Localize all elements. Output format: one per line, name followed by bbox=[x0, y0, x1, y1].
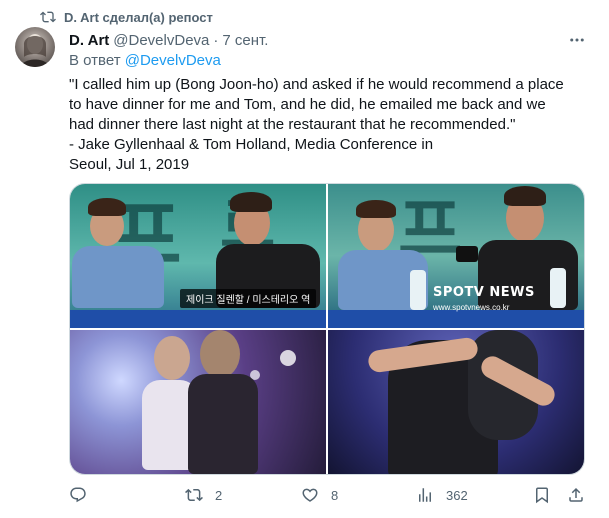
repost-count: 2 bbox=[215, 487, 223, 503]
person-hair bbox=[230, 192, 272, 212]
author-name[interactable]: D. Art bbox=[69, 32, 109, 49]
more-icon bbox=[570, 38, 584, 42]
separator: · bbox=[213, 31, 219, 49]
repost-label[interactable]: D. Art сделал(а) репост bbox=[64, 10, 213, 25]
water-bottle bbox=[410, 270, 426, 310]
photo-caption: 제이크 질렌할 / 미스테리오 역 bbox=[180, 289, 317, 308]
reply-button[interactable] bbox=[69, 486, 99, 504]
bookmark-button[interactable] bbox=[533, 486, 551, 504]
repost-button[interactable]: 2 bbox=[185, 486, 222, 504]
reply-to-line: В ответ @DevelvDeva bbox=[69, 52, 221, 69]
repost-header[interactable]: D. Art сделал(а) репост bbox=[40, 8, 213, 26]
author-handle[interactable]: @DevelvDeva bbox=[113, 32, 209, 49]
person-hair bbox=[88, 198, 126, 216]
repost-icon bbox=[40, 11, 56, 23]
views-count: 362 bbox=[446, 487, 468, 503]
reply-icon bbox=[70, 487, 86, 503]
bookmark-icon bbox=[536, 487, 548, 504]
media-grid: 프 르 제이크 질렌할 / 미스테리오 역 프 SPOTV NEWS www.s… bbox=[69, 183, 585, 475]
stage-photo[interactable] bbox=[70, 330, 326, 474]
person-head bbox=[154, 336, 190, 380]
avatar[interactable] bbox=[15, 27, 55, 67]
desk bbox=[70, 310, 326, 328]
phone bbox=[456, 246, 478, 262]
water-bottle bbox=[550, 268, 566, 308]
desk bbox=[328, 310, 584, 328]
share-button[interactable] bbox=[567, 486, 585, 504]
hug-photo[interactable] bbox=[328, 330, 584, 474]
selfie-photo[interactable]: 프 SPOTV NEWS www.spotvnews.co.kr bbox=[328, 184, 584, 328]
like-count: 8 bbox=[331, 487, 339, 503]
heart-icon bbox=[302, 488, 318, 502]
reply-prefix: В ответ bbox=[69, 52, 121, 69]
spotv-watermark: SPOTV NEWS bbox=[433, 285, 535, 300]
repost-icon bbox=[185, 488, 203, 502]
tweet-actions: 2 8 362 bbox=[69, 486, 589, 506]
tweet-header: D. Art @DevelvDeva · 7 сент. bbox=[69, 30, 569, 50]
person-shirt bbox=[188, 374, 258, 474]
share-icon bbox=[569, 487, 583, 502]
avatar-portrait bbox=[21, 34, 49, 67]
views-icon bbox=[419, 488, 431, 502]
stage-light bbox=[280, 350, 296, 366]
tweet-text: "I called him up (Bong Joon-ho) and aske… bbox=[69, 76, 564, 173]
reply-to-link[interactable]: @DevelvDeva bbox=[125, 52, 221, 69]
press-conference-photo[interactable]: 프 르 제이크 질렌할 / 미스테리오 역 bbox=[70, 184, 326, 328]
person-hair bbox=[504, 186, 546, 206]
person-head bbox=[200, 330, 240, 378]
tweet-timestamp[interactable]: 7 сент. bbox=[222, 32, 268, 49]
person-jacket bbox=[72, 246, 164, 308]
person-hair bbox=[356, 200, 396, 218]
spotv-watermark-url: www.spotvnews.co.kr bbox=[433, 303, 510, 312]
more-options-button[interactable] bbox=[567, 31, 587, 49]
views-button[interactable]: 362 bbox=[416, 486, 468, 504]
like-button[interactable]: 8 bbox=[301, 486, 338, 504]
